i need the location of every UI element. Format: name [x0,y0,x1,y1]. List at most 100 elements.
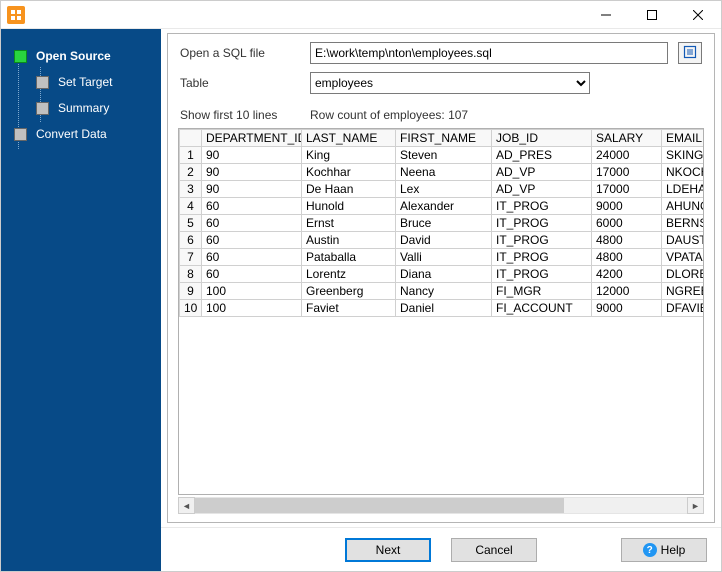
cell: 17000 [592,181,662,198]
column-header[interactable]: JOB_ID [492,130,592,147]
cell: King [302,147,396,164]
cell: 90 [202,147,302,164]
cell: LDEHAAN [662,181,705,198]
titlebar [1,1,721,29]
cell: AD_VP [492,181,592,198]
horizontal-scrollbar[interactable]: ◄ ► [178,497,704,514]
cell: Valli [396,249,492,266]
scroll-right-arrow[interactable]: ► [687,497,704,514]
cell: 4200 [592,266,662,283]
cell: 100 [202,283,302,300]
step-box-icon [36,76,49,89]
close-button[interactable] [675,1,721,29]
minimize-button[interactable] [583,1,629,29]
step-label: Set Target [58,75,112,89]
column-header[interactable]: SALARY [592,130,662,147]
cell: 9000 [592,198,662,215]
table-row[interactable]: 190KingStevenAD_PRES24000SKING [180,147,705,164]
row-number: 3 [180,181,202,198]
cell: 9000 [592,300,662,317]
row-number: 5 [180,215,202,232]
table-row[interactable]: 760PataballaValliIT_PROG4800VPATABAL [180,249,705,266]
cell: 90 [202,164,302,181]
cell: DAUSTIN [662,232,705,249]
cell: FI_ACCOUNT [492,300,592,317]
cell: Nancy [396,283,492,300]
row-number: 10 [180,300,202,317]
cell: AD_VP [492,164,592,181]
wizard-step-summary[interactable]: Summary [23,95,161,121]
scroll-left-arrow[interactable]: ◄ [178,497,195,514]
step-label: Open Source [36,49,111,63]
cell: IT_PROG [492,249,592,266]
cell: David [396,232,492,249]
column-header[interactable]: LAST_NAME [302,130,396,147]
cell: IT_PROG [492,232,592,249]
row-number: 8 [180,266,202,283]
column-header[interactable]: EMAIL [662,130,705,147]
app-icon [7,6,25,24]
cell: 60 [202,232,302,249]
cell: Alexander [396,198,492,215]
rownum-header [180,130,202,147]
maximize-button[interactable] [629,1,675,29]
cell: Faviet [302,300,396,317]
cell: Lorentz [302,266,396,283]
cancel-button[interactable]: Cancel [451,538,537,562]
cell: Bruce [396,215,492,232]
table-row[interactable]: 390De HaanLexAD_VP17000LDEHAAN [180,181,705,198]
cell: Ernst [302,215,396,232]
table-row[interactable]: 560ErnstBruceIT_PROG6000BERNST [180,215,705,232]
cell: 24000 [592,147,662,164]
step-label: Summary [58,101,109,115]
wizard-step-convert-data[interactable]: Convert Data [1,121,161,147]
cell: IT_PROG [492,266,592,283]
app-window: Open Source Set Target Summary Convert Data… [0,0,722,572]
cell: BERNST [662,215,705,232]
row-number: 7 [180,249,202,266]
table-row[interactable]: 460HunoldAlexanderIT_PROG9000AHUNOLD [180,198,705,215]
cell: AD_PRES [492,147,592,164]
row-number: 1 [180,147,202,164]
file-label: Open a SQL file [180,46,300,60]
step-label: Convert Data [36,127,107,141]
sql-file-input[interactable] [310,42,668,64]
cell: SKING [662,147,705,164]
wizard-step-set-target[interactable]: Set Target [23,69,161,95]
scroll-thumb[interactable] [195,498,564,513]
cell: Austin [302,232,396,249]
step-box-icon [14,50,27,63]
cell: DFAVIET [662,300,705,317]
table-row[interactable]: 860LorentzDianaIT_PROG4200DLORENTZ [180,266,705,283]
cell: 4800 [592,249,662,266]
wizard-step-open-source[interactable]: Open Source [1,43,161,69]
column-header[interactable]: FIRST_NAME [396,130,492,147]
cell: NGREENBE [662,283,705,300]
cell: DLORENTZ [662,266,705,283]
column-header[interactable]: DEPARTMENT_ID [202,130,302,147]
browse-button[interactable] [678,42,702,64]
table-select[interactable]: employees [310,72,590,94]
show-first-label: Show first 10 lines [180,108,300,122]
main-panel: Open a SQL file Table employees Show fir… [167,33,715,523]
help-button[interactable]: ? Help [621,538,707,562]
table-row[interactable]: 9100GreenbergNancyFI_MGR12000NGREENBE [180,283,705,300]
cell: VPATABAL [662,249,705,266]
cell: AHUNOLD [662,198,705,215]
row-number: 6 [180,232,202,249]
cell: 12000 [592,283,662,300]
step-box-icon [14,128,27,141]
next-button[interactable]: Next [345,538,431,562]
cell: Kochhar [302,164,396,181]
row-count-label: Row count of employees: 107 [310,108,468,122]
cell: De Haan [302,181,396,198]
table-row[interactable]: 290KochharNeenaAD_VP17000NKOCHHAR [180,164,705,181]
cell: Hunold [302,198,396,215]
cell: Pataballa [302,249,396,266]
table-row[interactable]: 10100FavietDanielFI_ACCOUNT9000DFAVIET [180,300,705,317]
cell: 4800 [592,232,662,249]
cell: Daniel [396,300,492,317]
preview-table[interactable]: DEPARTMENT_IDLAST_NAMEFIRST_NAMEJOB_IDSA… [178,128,704,495]
table-row[interactable]: 660AustinDavidIT_PROG4800DAUSTIN [180,232,705,249]
cell: Neena [396,164,492,181]
